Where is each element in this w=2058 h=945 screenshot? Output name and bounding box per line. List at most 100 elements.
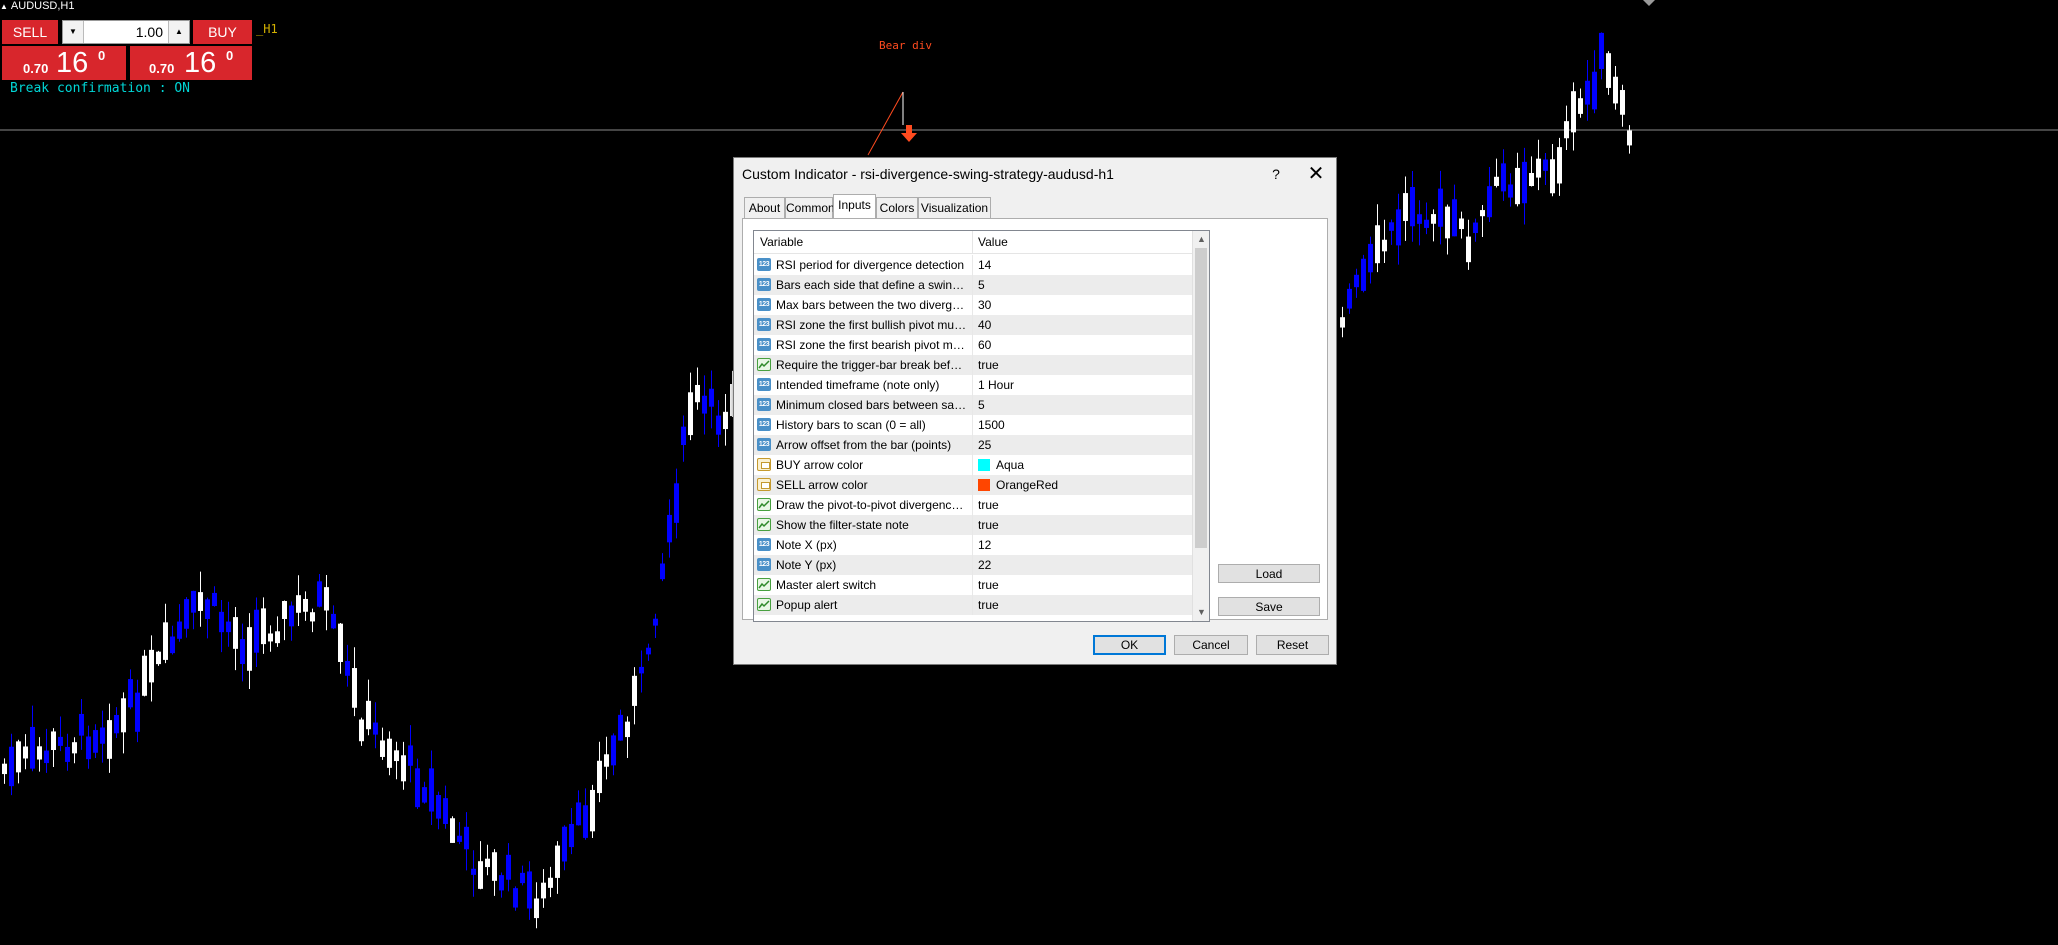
input-row[interactable]: BUY arrow color Aqua [754,455,1192,475]
lot-increase-icon[interactable]: ▲ [168,21,189,43]
integer-type-icon: 123 [757,318,771,331]
input-variable-name: Note Y (px) [776,558,837,572]
input-value[interactable]: OrangeRed [996,478,1058,492]
input-row[interactable]: 123 RSI period for divergence detection 14 [754,255,1192,275]
one-click-trading-panel: SELL ▼ 1.00 ▲ BUY 0.70 16 0 0.70 16 0 [0,18,256,82]
input-value[interactable]: 5 [978,398,985,412]
inputs-grid: Variable Value 123 RSI period for diverge… [753,230,1210,622]
input-value[interactable]: 22 [978,558,991,572]
input-value[interactable]: 30 [978,298,991,312]
sell-price-button[interactable]: 0.70 16 0 [2,46,126,80]
input-variable-name: Master alert switch [776,578,877,592]
tab-visualization[interactable]: Visualization [918,197,991,218]
color-swatch[interactable] [978,479,990,491]
scroll-thumb[interactable] [1195,248,1207,548]
tab-common[interactable]: Common [785,197,835,218]
cell-divider [972,255,973,275]
collapse-triangle-icon[interactable]: ▲ [0,2,8,11]
input-row[interactable]: 123 Intended timeframe (note only) 1 Hour [754,375,1192,395]
sell-price-prefix: 0.70 [23,61,49,76]
integer-type-icon: 123 [757,298,771,311]
input-variable-name: Draw the pivot-to-pivot divergence lines [776,498,968,512]
input-variable-name: Arrow offset from the bar (points) [776,438,952,452]
vertical-scrollbar[interactable]: ▲ ▼ [1192,231,1209,621]
reset-button[interactable]: Reset [1256,635,1329,655]
dialog-title: Custom Indicator - rsi-divergence-swing-… [742,166,1114,182]
lot-size-input[interactable]: ▼ 1.00 ▲ [62,20,190,44]
input-value[interactable]: 40 [978,318,991,332]
input-value[interactable]: true [978,598,999,612]
cancel-button[interactable]: Cancel [1174,635,1248,655]
input-variable-name: Note X (px) [776,538,837,552]
sell-button[interactable]: SELL [2,20,58,44]
column-divider[interactable] [972,231,973,253]
input-value[interactable]: 60 [978,338,991,352]
input-row[interactable]: Master alert switch true [754,575,1192,595]
input-value[interactable]: true [978,518,999,532]
input-row[interactable]: Popup alert true [754,595,1192,615]
input-value[interactable]: 5 [978,278,985,292]
integer-type-icon: 123 [757,258,771,271]
input-row[interactable]: 123 Note X (px) 12 [754,535,1192,555]
boolean-type-icon [757,498,771,511]
color-swatch[interactable] [978,459,990,471]
input-value[interactable]: true [978,498,999,512]
column-header-value[interactable]: Value [978,235,1008,249]
input-value[interactable]: 1500 [978,418,1005,432]
input-value[interactable]: Aqua [996,458,1024,472]
input-variable-name: History bars to scan (0 = all) [776,418,926,432]
column-header-variable[interactable]: Variable [760,235,803,249]
tab-colors[interactable]: Colors [876,197,918,218]
input-row[interactable]: 123 Note Y (px) 22 [754,555,1192,575]
input-row[interactable]: 123 Minimum closed bars between same-si..… [754,395,1192,415]
input-row[interactable]: 123 History bars to scan (0 = all) 1500 [754,415,1192,435]
input-value[interactable]: true [978,358,999,372]
buy-price-prefix: 0.70 [149,61,175,76]
buy-price-pips: 16 [184,47,217,79]
input-value[interactable]: 12 [978,538,991,552]
input-variable-name: BUY arrow color [776,458,864,472]
input-row[interactable]: Show the filter-state note true [754,515,1192,535]
input-row[interactable]: 123 Bars each side that define a swing pi… [754,275,1192,295]
input-row[interactable]: 123 Arrow offset from the bar (points) 25 [754,435,1192,455]
integer-type-icon: 123 [757,418,771,431]
input-variable-name: RSI period for divergence detection [776,258,965,272]
input-row[interactable]: SELL arrow color OrangeRed [754,475,1192,495]
input-row[interactable]: 123 Max bars between the two divergence .… [754,295,1192,315]
cell-divider [972,415,973,435]
scroll-down-icon[interactable]: ▼ [1193,604,1209,621]
input-value[interactable]: 14 [978,258,991,272]
cell-divider [972,595,973,615]
integer-type-icon: 123 [757,538,771,551]
input-variable-name: RSI zone the first bullish pivot must co… [776,318,968,332]
save-button[interactable]: Save [1218,597,1320,616]
input-value[interactable]: 1 Hour [978,378,1014,392]
close-icon[interactable]: ✕ [1303,163,1329,185]
lot-decrease-icon[interactable]: ▼ [63,21,84,43]
bear-div-label: Bear div [879,39,932,52]
buy-button[interactable]: BUY [193,20,252,44]
tab-about[interactable]: About [744,197,785,218]
cell-divider [972,495,973,515]
input-row[interactable]: 123 RSI zone the first bullish pivot must… [754,315,1192,335]
sell-price-pips: 16 [56,47,89,79]
boolean-type-icon [757,358,771,371]
scroll-up-icon[interactable]: ▲ [1193,231,1209,248]
buy-price-point: 0 [226,48,234,63]
buy-price-button[interactable]: 0.70 16 0 [130,46,252,80]
tab-inputs[interactable]: Inputs [833,194,876,218]
input-variable-name: Show the filter-state note [776,518,909,532]
input-variable-name: SELL arrow color [776,478,868,492]
input-row[interactable]: Draw the pivot-to-pivot divergence lines… [754,495,1192,515]
help-icon[interactable]: ? [1265,163,1287,185]
lot-size-value[interactable]: 1.00 [85,21,167,43]
input-row[interactable]: Require the trigger-bar break before th.… [754,355,1192,375]
sell-arrow-icon [901,125,917,142]
ok-button[interactable]: OK [1093,635,1166,655]
cell-divider [972,555,973,575]
input-value[interactable]: true [978,578,999,592]
input-value[interactable]: 25 [978,438,991,452]
input-row[interactable]: 123 RSI zone the first bearish pivot must… [754,335,1192,355]
color-type-icon [757,458,771,471]
load-button[interactable]: Load [1218,564,1320,583]
